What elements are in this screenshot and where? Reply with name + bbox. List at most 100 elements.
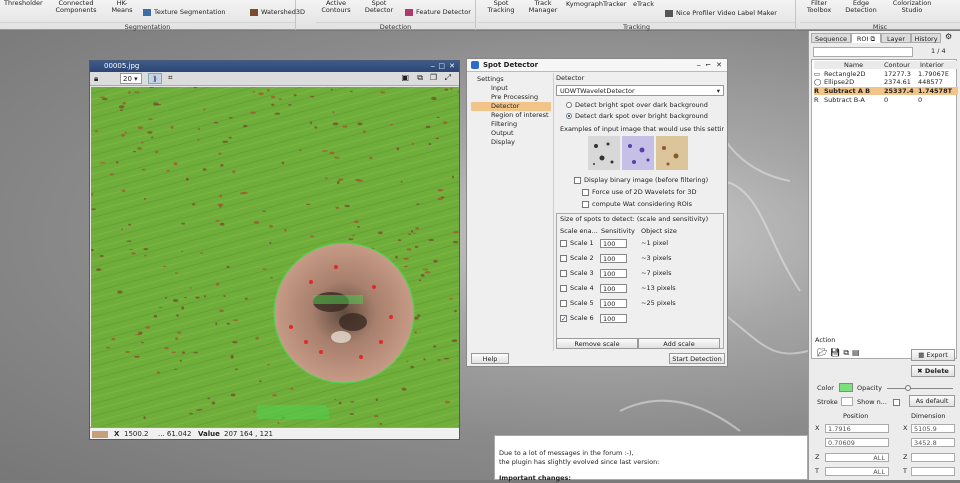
scale-6-checkbox[interactable]	[560, 314, 567, 325]
connected-components-button[interactable]: Connected Components	[52, 0, 100, 14]
compute-wat-checkbox[interactable]	[582, 200, 589, 208]
close-icon[interactable]: ✕	[716, 59, 722, 72]
nav-detector[interactable]: Detector	[471, 102, 551, 111]
roi-rectangle-label[interactable]	[257, 405, 329, 419]
copy-icon[interactable]: ⧉	[843, 348, 852, 357]
position-x-field[interactable]: 1.7916	[825, 424, 889, 433]
display-binary-option[interactable]: Display binary image (before filtering)	[574, 176, 708, 185]
minimize-icon[interactable]: ‒	[697, 59, 701, 72]
fit-icon[interactable]: ⌗	[168, 73, 173, 83]
nice-profiler-button[interactable]: Nice Profiler Video Label Maker	[665, 9, 777, 17]
opacity-slider[interactable]	[887, 388, 953, 389]
nav-filtering[interactable]: Filtering	[471, 120, 551, 129]
compute-wat-option[interactable]: compute Wat considering ROIs	[582, 200, 692, 209]
nav-region-of-interest[interactable]: Region of interest	[471, 111, 551, 120]
roi-color-swatch[interactable]	[839, 383, 853, 392]
nav-settings[interactable]: Settings	[471, 75, 551, 84]
tab-sequence[interactable]: Sequence	[811, 33, 851, 43]
texture-segmentation-button[interactable]: Texture Segmentation	[143, 8, 226, 16]
tab-layer[interactable]: Layer	[881, 33, 911, 43]
thresholder-button[interactable]: Thresholder	[4, 0, 43, 7]
spot-detector-titlebar[interactable]: Spot Detector ‒ ⌐ ✕	[467, 59, 727, 72]
duplicate-icon[interactable]: ⧉	[417, 73, 423, 83]
spot-tracking-button[interactable]: Spot Tracking	[486, 0, 516, 14]
colorization-studio-button[interactable]: Colorization Studio	[892, 0, 932, 14]
roi-ellipse[interactable]	[273, 242, 415, 384]
show-name-checkbox[interactable]	[893, 399, 900, 406]
scale-3-sensitivity[interactable]: 100	[600, 268, 627, 278]
scale-3-checkbox[interactable]	[560, 269, 567, 277]
hk-means-button[interactable]: HK-Means	[110, 0, 134, 14]
save-icon[interactable]: 💾︎	[830, 348, 843, 357]
etrack-button[interactable]: eTrack	[633, 0, 654, 8]
force-2d-option[interactable]: Force use of 2D Wavelets for 3D	[582, 188, 697, 197]
spot-detector-button[interactable]: Spot Detector	[363, 0, 395, 14]
position-z-field[interactable]: ALL	[825, 453, 889, 462]
start-detection-button[interactable]: Start Detection	[669, 353, 725, 364]
feature-detector-button[interactable]: Feature Detector	[405, 8, 471, 16]
bright-spot-option[interactable]: Detect bright spot over dark background	[566, 101, 708, 110]
add-scale-button[interactable]: Add scale	[638, 338, 720, 349]
scale-5-checkbox[interactable]	[560, 299, 567, 307]
restore-icon[interactable]: ⌐	[705, 59, 711, 72]
active-contours-button[interactable]: Active Contours	[320, 0, 352, 14]
remove-scale-button[interactable]: Remove scale	[556, 338, 638, 349]
roi-filter-input[interactable]	[813, 47, 913, 57]
filter-toolbox-button[interactable]: Filter Toolbox	[804, 0, 834, 14]
detach-icon[interactable]: ❐	[430, 73, 437, 82]
scale-6-sensitivity[interactable]: 100	[600, 313, 627, 323]
nav-pre-processing[interactable]: Pre Processing	[471, 93, 551, 102]
nav-input[interactable]: Input	[471, 84, 551, 93]
dimension-t-field[interactable]	[911, 467, 955, 476]
spot-detector-window[interactable]: Spot Detector ‒ ⌐ ✕ Settings Input Pre P…	[466, 58, 728, 367]
delete-button[interactable]: ✖ Delete	[911, 365, 955, 377]
close-icon[interactable]: ✕	[449, 61, 455, 72]
table-row[interactable]: ▭ Rectangle2D 17277.3 1.79067E	[814, 70, 958, 78]
scale-4-checkbox[interactable]	[560, 284, 567, 292]
edge-detection-button[interactable]: Edge Detection	[844, 0, 878, 14]
open-icon[interactable]: 📂︎	[817, 348, 830, 357]
export-button[interactable]: ▦ Export	[911, 349, 955, 361]
opacity-slider-handle[interactable]	[905, 385, 911, 391]
display-binary-checkbox[interactable]	[574, 176, 581, 184]
track-manager-button[interactable]: Track Manager	[526, 0, 560, 14]
settings-gear-icon[interactable]: ⚙	[945, 32, 952, 41]
position-y-field[interactable]: 0.70609	[825, 438, 889, 447]
watershed3d-button[interactable]: Watershed3D	[250, 8, 305, 16]
scale-1-sensitivity[interactable]: 100	[600, 238, 627, 248]
camera-icon[interactable]: ▣	[401, 73, 409, 82]
tab-history[interactable]: History	[911, 33, 941, 43]
image-viewer-window[interactable]: 00005.jpg ‒ □ ✕ 🔒︎ 20 ▾ ⟫ ⌗ ▣ ⧉ ❐ ⤢ X 15…	[89, 60, 460, 440]
table-row[interactable]: R Subtract B-A 0 0	[814, 96, 958, 104]
scale-2-checkbox[interactable]	[560, 254, 567, 262]
as-default-button[interactable]: As default	[909, 395, 955, 407]
tab-roi[interactable]: ROI ⧉	[851, 33, 881, 43]
kymographtracker-button[interactable]: KymographTracker	[566, 0, 626, 8]
stroke-spinner[interactable]	[841, 397, 853, 406]
image-window-titlebar[interactable]: 00005.jpg ‒ □ ✕	[90, 61, 459, 72]
dimension-x-field[interactable]: 5105.9	[911, 424, 955, 433]
fullscreen-icon[interactable]: ⤢	[445, 73, 451, 83]
bright-radio[interactable]	[566, 102, 572, 108]
table-row[interactable]: ◯ Ellipse2D 2374.61 448577	[814, 78, 958, 86]
lock-icon[interactable]: 🔒︎	[94, 74, 98, 84]
table-row[interactable]: R Subtract A B 25337.4 1.74578T	[814, 87, 958, 95]
scale-4-sensitivity[interactable]: 100	[600, 283, 627, 293]
dimension-z-field[interactable]	[911, 453, 955, 462]
dark-spot-option[interactable]: Detect dark spot over bright background	[566, 112, 708, 121]
zoom-select[interactable]: 20 ▾	[120, 73, 142, 84]
paste-icon[interactable]: ▤	[852, 348, 863, 357]
scale-2-sensitivity[interactable]: 100	[600, 253, 627, 263]
force-2d-checkbox[interactable]	[582, 188, 589, 196]
maximize-icon[interactable]: □	[438, 61, 445, 72]
position-t-field[interactable]: ALL	[825, 467, 889, 476]
dark-radio[interactable]	[566, 113, 572, 119]
sync-icon[interactable]: ⟫	[148, 73, 162, 84]
minimize-icon[interactable]: ‒	[431, 61, 435, 72]
scale-5-sensitivity[interactable]: 100	[600, 298, 627, 308]
dimension-y-field[interactable]: 3452.8	[911, 438, 955, 447]
help-button[interactable]: Help	[471, 353, 509, 364]
nav-display[interactable]: Display	[471, 138, 551, 147]
detector-select[interactable]: UDWTWaveletDetector ▾	[556, 85, 724, 96]
scale-1-checkbox[interactable]	[560, 239, 567, 247]
